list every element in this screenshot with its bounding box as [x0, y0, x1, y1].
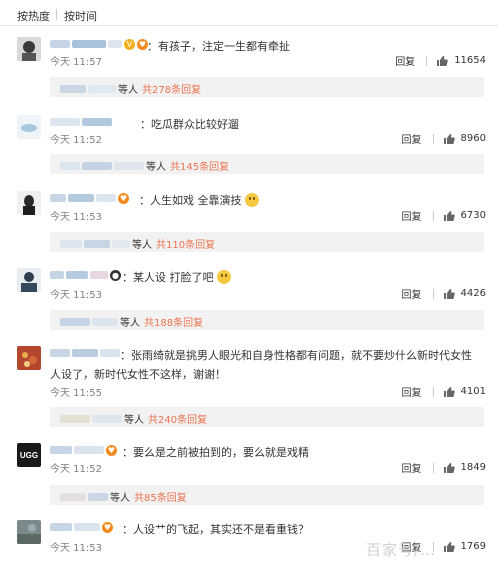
reply-summary-box[interactable]: 等人 共145条回复 — [50, 154, 484, 174]
reply-button[interactable]: 回复 — [395, 53, 415, 68]
comment-time: 今天 11:52 — [50, 135, 102, 146]
comment-actions: 回复 1849 — [402, 460, 486, 475]
vip-badge-icon: V — [124, 38, 135, 50]
comment-time: 今天 11:53 — [50, 290, 102, 301]
reply-count-link[interactable]: 共145条回复 — [170, 158, 229, 173]
reply-count-link[interactable]: 共85条回复 — [134, 489, 187, 504]
like-count[interactable]: 4426 — [461, 288, 486, 299]
reply-summary-box[interactable]: 等人 共188条回复 — [50, 310, 484, 330]
comment-time: 今天 11:53 — [50, 212, 102, 223]
reply-people-label: 等人 — [110, 493, 130, 504]
member-badge-icon: ♥ — [106, 444, 117, 456]
reply-button[interactable]: 回复 — [402, 460, 422, 475]
like-thumb-icon[interactable] — [443, 386, 455, 398]
avatar[interactable] — [17, 346, 41, 370]
username-blurred[interactable]: ♥ — [50, 444, 117, 456]
avatar[interactable]: UGG — [17, 443, 41, 467]
reply-button[interactable]: 回复 — [402, 131, 422, 146]
member-badge-icon: ♥ — [118, 192, 129, 204]
avatar-logo-text: UGG — [20, 451, 38, 460]
like-count[interactable]: 8960 — [461, 133, 486, 144]
comment-time: 今天 11:53 — [50, 543, 102, 554]
reply-summary-box[interactable]: 等人 共85条回复 — [50, 485, 484, 505]
reply-people-label: 等人 — [118, 85, 138, 96]
comment-actions: 回复 4426 — [402, 286, 486, 301]
reply-summary-box[interactable]: 等人 共110条回复 — [50, 232, 484, 252]
like-thumb-icon[interactable] — [436, 55, 448, 67]
reply-people-label: 等人 — [146, 162, 166, 173]
reply-people-label: 等人 — [132, 240, 152, 251]
username-blurred[interactable]: ● — [50, 269, 121, 281]
comment-actions: 回复 11654 — [395, 53, 486, 68]
avatar[interactable] — [17, 115, 41, 139]
reply-button[interactable]: 回复 — [402, 208, 422, 223]
emoji-face-icon — [245, 193, 259, 207]
sort-by-hot[interactable]: 按热度 — [17, 8, 50, 24]
reply-button[interactable]: 回复 — [402, 286, 422, 301]
username-blurred[interactable]: V ♥ — [50, 38, 148, 50]
reply-count-link[interactable]: 共110条回复 — [156, 236, 215, 251]
avatar[interactable] — [17, 37, 41, 61]
sort-divider — [56, 9, 57, 20]
like-thumb-icon[interactable] — [443, 133, 455, 145]
username-blurred[interactable]: ♥ — [50, 192, 129, 204]
panda-badge-icon: ● — [110, 269, 121, 281]
reply-count-link[interactable]: 共278条回复 — [142, 81, 201, 96]
like-count[interactable]: 4101 — [461, 386, 486, 397]
like-count[interactable]: 11654 — [454, 55, 486, 66]
like-count[interactable]: 6730 — [461, 210, 486, 221]
avatar[interactable] — [17, 268, 41, 292]
comment-text: ：某人设 打脸了吧 — [122, 268, 498, 287]
member-badge-icon: ♥ — [102, 521, 113, 533]
reply-people-label: 等人 — [124, 415, 144, 426]
like-thumb-icon[interactable] — [443, 210, 455, 222]
comment-text: ：人设艹的飞起，其实还不是看重钱？ — [122, 523, 309, 536]
avatar[interactable] — [17, 520, 41, 544]
comment-text: ：张雨绮就是挑男人眼光和自身性格都有问题，就不要炒什么新时代女性人设了，新时代女… — [50, 349, 472, 381]
emoji-face-icon — [217, 270, 231, 284]
like-thumb-icon[interactable] — [443, 462, 455, 474]
like-thumb-icon[interactable] — [443, 541, 455, 553]
like-count[interactable]: 1849 — [461, 462, 486, 473]
comment-actions: 回复 4101 — [402, 384, 486, 399]
comment-time: 今天 11:52 — [50, 464, 102, 475]
reply-button[interactable]: 回复 — [402, 384, 422, 399]
comment-time: 今天 11:57 — [50, 57, 102, 68]
reply-count-link[interactable]: 共188条回复 — [144, 314, 203, 329]
comment-actions: 回复 8960 — [402, 131, 486, 146]
like-count[interactable]: 1769 — [461, 541, 486, 552]
like-thumb-icon[interactable] — [443, 288, 455, 300]
avatar[interactable] — [17, 191, 41, 215]
sort-bar: 按热度 按时间 — [0, 0, 498, 26]
sort-by-time[interactable]: 按时间 — [64, 8, 97, 24]
watermark: 百家号/… — [366, 541, 437, 559]
comment-time: 今天 11:55 — [50, 388, 102, 399]
username-blurred[interactable] — [50, 116, 112, 128]
username-blurred[interactable]: ♥ — [50, 521, 113, 533]
reply-summary-box[interactable]: 等人 共240条回复 — [50, 407, 484, 427]
reply-count-link[interactable]: 共240条回复 — [148, 411, 207, 426]
reply-people-label: 等人 — [120, 318, 140, 329]
comment-actions: 回复 6730 — [402, 208, 486, 223]
reply-summary-box[interactable]: 等人 共278条回复 — [50, 77, 484, 97]
